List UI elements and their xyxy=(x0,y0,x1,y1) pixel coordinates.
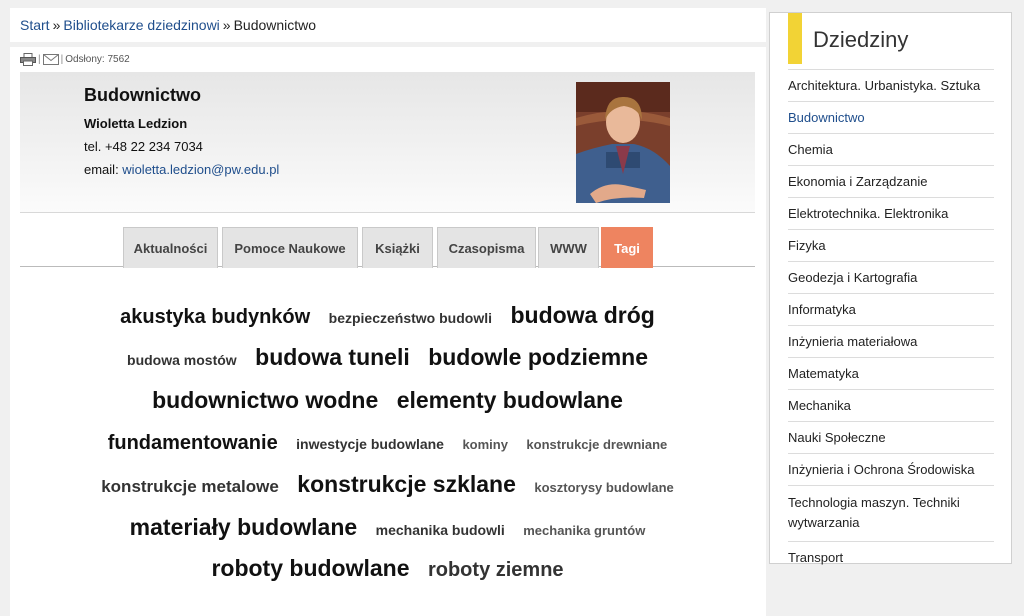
tag-link[interactable]: bezpieczeństwo budowli xyxy=(329,310,492,326)
fields-sidebar: Dziedziny Architektura. Urbanistyka. Szt… xyxy=(769,12,1012,565)
tag-link[interactable]: mechanika gruntów xyxy=(523,523,645,538)
tab-czasopisma[interactable]: Czasopisma xyxy=(437,227,536,268)
librarian-profile: Budownictwo Wioletta Ledzion tel. +48 22… xyxy=(20,72,755,213)
sidebar-item-transport[interactable]: Transport xyxy=(788,541,994,573)
sidebar-item-fizyka[interactable]: Fizyka xyxy=(788,229,994,261)
breadcrumb-current: Budownictwo xyxy=(233,17,317,33)
tag-link[interactable]: kosztorysy budowlane xyxy=(534,480,673,495)
tab-bar: Aktualności Pomoce Naukowe Książki Czaso… xyxy=(20,227,755,268)
toolbar-divider: | xyxy=(38,53,41,65)
breadcrumb: Start» Bibliotekarze dziedzinowi» Budownic… xyxy=(20,17,316,33)
sidebar-item-informatyka[interactable]: Informatyka xyxy=(788,293,994,325)
tab-tagi[interactable]: Tagi xyxy=(601,227,653,268)
sidebar-item-geodezja[interactable]: Geodezja i Kartografia xyxy=(788,261,994,293)
department-title: Budownictwo xyxy=(84,85,201,105)
tag-row: konstrukcje metalowe konstrukcje szklane… xyxy=(20,471,755,498)
tag-link[interactable]: roboty budowlane xyxy=(211,555,409,582)
tag-cloud: akustyka budynków bezpieczeństwo budowli… xyxy=(20,290,755,610)
tag-link[interactable]: akustyka budynków xyxy=(120,306,310,329)
librarian-phone: tel. +48 22 234 7034 xyxy=(84,139,203,154)
tag-link[interactable]: kominy xyxy=(462,437,508,452)
breadcrumb-divider xyxy=(10,42,766,47)
tag-link[interactable]: budowle podziemne xyxy=(428,344,648,371)
sidebar-accent-bar xyxy=(788,13,802,64)
librarian-email-link[interactable]: wioletta.ledzion@pw.edu.pl xyxy=(122,162,279,177)
email-label: email: xyxy=(84,162,123,177)
tag-link[interactable]: elementy budowlane xyxy=(397,387,623,414)
envelope-icon[interactable] xyxy=(42,53,59,66)
tag-row: budownictwo wodne elementy budowlane xyxy=(20,387,755,414)
sidebar-item-nauki-spoleczne[interactable]: Nauki Społeczne xyxy=(788,421,994,453)
tag-link[interactable]: materiały budowlane xyxy=(130,514,358,541)
tag-link[interactable]: konstrukcje metalowe xyxy=(101,477,279,497)
librarian-email-line: email: wioletta.ledzion@pw.edu.pl xyxy=(84,162,279,177)
sidebar-item-budownictwo[interactable]: Budownictwo xyxy=(788,101,994,133)
sidebar-title: Dziedziny xyxy=(813,27,909,52)
sidebar-item-ekonomia[interactable]: Ekonomia i Zarządzanie xyxy=(788,165,994,197)
toolbar-divider: | xyxy=(60,53,64,65)
tag-link[interactable]: konstrukcje szklane xyxy=(297,471,516,498)
tag-row: fundamentowanie inwestycje budowlane kom… xyxy=(20,432,755,455)
breadcrumb-separator: » xyxy=(52,17,61,33)
views-counter: Odsłony: 7562 xyxy=(65,53,130,65)
librarian-name: Wioletta Ledzion xyxy=(84,116,188,131)
tag-row: roboty budowlane roboty ziemne xyxy=(20,555,755,582)
tag-link[interactable]: inwestycje budowlane xyxy=(296,436,444,452)
tag-link[interactable]: budowa mostów xyxy=(127,352,237,368)
tab-ksiazki[interactable]: Książki xyxy=(362,227,433,268)
tag-link[interactable]: mechanika budowli xyxy=(376,522,505,538)
printer-icon[interactable] xyxy=(20,52,36,66)
tag-row: akustyka budynków bezpieczeństwo budowli… xyxy=(20,302,755,329)
tag-link[interactable]: roboty ziemne xyxy=(428,559,564,582)
librarian-photo xyxy=(576,82,670,203)
breadcrumb-librarians[interactable]: Bibliotekarze dziedzinowi xyxy=(63,17,219,33)
sidebar-list: Architektura. Urbanistyka. Sztuka Budown… xyxy=(788,69,994,573)
tab-aktualnosci[interactable]: Aktualności xyxy=(123,227,218,268)
tag-link[interactable]: budownictwo wodne xyxy=(152,387,378,414)
tag-row: materiały budowlane mechanika budowli me… xyxy=(20,514,755,541)
tag-link[interactable]: budowa dróg xyxy=(510,302,654,329)
sidebar-item-elektrotechnika[interactable]: Elektrotechnika. Elektronika xyxy=(788,197,994,229)
sidebar-item-chemia[interactable]: Chemia xyxy=(788,133,994,165)
tab-pomoce-naukowe[interactable]: Pomoce Naukowe xyxy=(222,227,358,268)
main-content: Start» Bibliotekarze dziedzinowi» Budownic… xyxy=(10,8,766,616)
tag-row: budowa mostów budowa tuneli budowle podz… xyxy=(20,344,755,371)
sidebar-item-matematyka[interactable]: Matematyka xyxy=(788,357,994,389)
breadcrumb-separator: » xyxy=(222,17,231,33)
page-toolbar: | | Odsłony: 7562 xyxy=(20,52,130,66)
sidebar-item-technologia-maszyn[interactable]: Technologia maszyn. Techniki wytwarzania xyxy=(788,485,994,541)
breadcrumb-start[interactable]: Start xyxy=(20,17,50,33)
tag-link[interactable]: fundamentowanie xyxy=(108,432,278,455)
tag-link[interactable]: budowa tuneli xyxy=(255,344,410,371)
sidebar-item-inzynieria-srodowiska[interactable]: Inżynieria i Ochrona Środowiska xyxy=(788,453,994,485)
tag-link[interactable]: konstrukcje drewniane xyxy=(526,437,667,452)
sidebar-item-inzynieria-materialowa[interactable]: Inżynieria materiałowa xyxy=(788,325,994,357)
tab-www[interactable]: WWW xyxy=(538,227,599,268)
sidebar-item-mechanika[interactable]: Mechanika xyxy=(788,389,994,421)
sidebar-item-architektura[interactable]: Architektura. Urbanistyka. Sztuka xyxy=(788,69,994,101)
